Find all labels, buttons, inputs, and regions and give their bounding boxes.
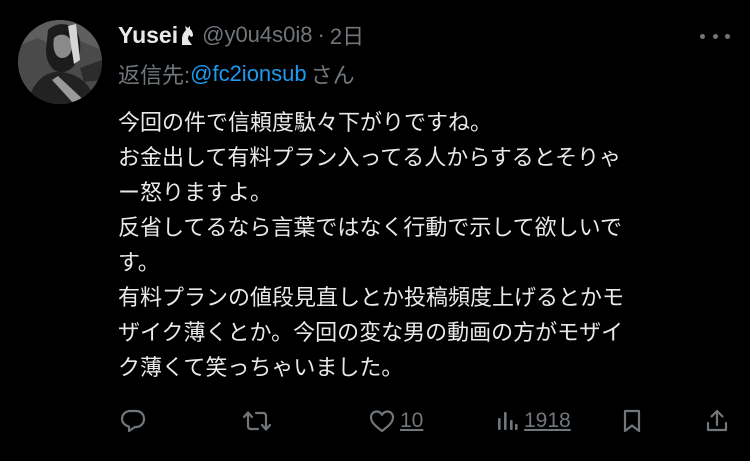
reply-target-link[interactable]: @fc2ionsub	[190, 61, 307, 87]
tweet-text: 今回の件で信頼度駄々下がりですね。 お金出して有料プラン入ってる人からするとそり…	[118, 106, 730, 386]
bookmark-icon	[623, 409, 641, 433]
share-icon	[706, 409, 728, 432]
reply-prefix: 返信先:	[118, 63, 191, 88]
tweet[interactable]: Yusei @y0u4s0i8 · 2日 返信先: @fc2ionsub さん …	[0, 0, 750, 461]
speech-bubble-icon	[120, 409, 146, 433]
reply-suffix: さん	[310, 63, 355, 88]
reply-button[interactable]	[120, 404, 146, 438]
tweet-text-line: 有料プランの値段見直しとか投稿頻度上げるとかモ	[118, 286, 625, 311]
more-dots-icon[interactable]	[700, 26, 730, 46]
tweet-time[interactable]: 2日	[330, 19, 364, 51]
tweet-text-line: ー怒りますよ。	[118, 181, 273, 206]
views-count[interactable]: 1918	[524, 409, 571, 433]
like-count[interactable]: 10	[400, 409, 423, 433]
tweet-text-line: す。	[118, 251, 160, 276]
heart-icon	[369, 410, 395, 433]
avatar[interactable]	[18, 20, 102, 104]
horse-head-icon	[180, 24, 194, 46]
views-button[interactable]: 1918	[494, 404, 571, 438]
reply-to-line: 返信先: @fc2ionsub さん	[118, 58, 355, 90]
separator-dot: ·	[317, 22, 325, 47]
tweet-text-line: ク薄くて笑っちゃいました。	[118, 356, 404, 381]
author-display-name[interactable]: Yusei	[118, 22, 178, 49]
retweet-button[interactable]	[242, 404, 272, 438]
tweet-actions: 10 1918	[118, 404, 734, 438]
bar-chart-icon	[498, 412, 518, 430]
author-handle[interactable]: @y0u4s0i8	[202, 22, 312, 48]
tweet-text-line: お金出して有料プラン入ってる人からするとそりゃ	[118, 146, 622, 171]
tweet-text-line: ザイク薄くとか。今回の変な男の動画の方がモザイ	[118, 321, 624, 346]
share-button[interactable]	[704, 404, 730, 438]
tweet-text-line: 今回の件で信頼度駄々下がりですね。	[118, 111, 493, 136]
tweet-header: Yusei @y0u4s0i8 · 2日	[118, 18, 364, 52]
tweet-text-line: 反省してるなら言葉ではなく行動で示して欲しいで	[118, 216, 623, 241]
like-button[interactable]: 10	[368, 404, 423, 438]
retweet-icon	[242, 411, 272, 431]
bookmark-button[interactable]	[620, 404, 644, 438]
